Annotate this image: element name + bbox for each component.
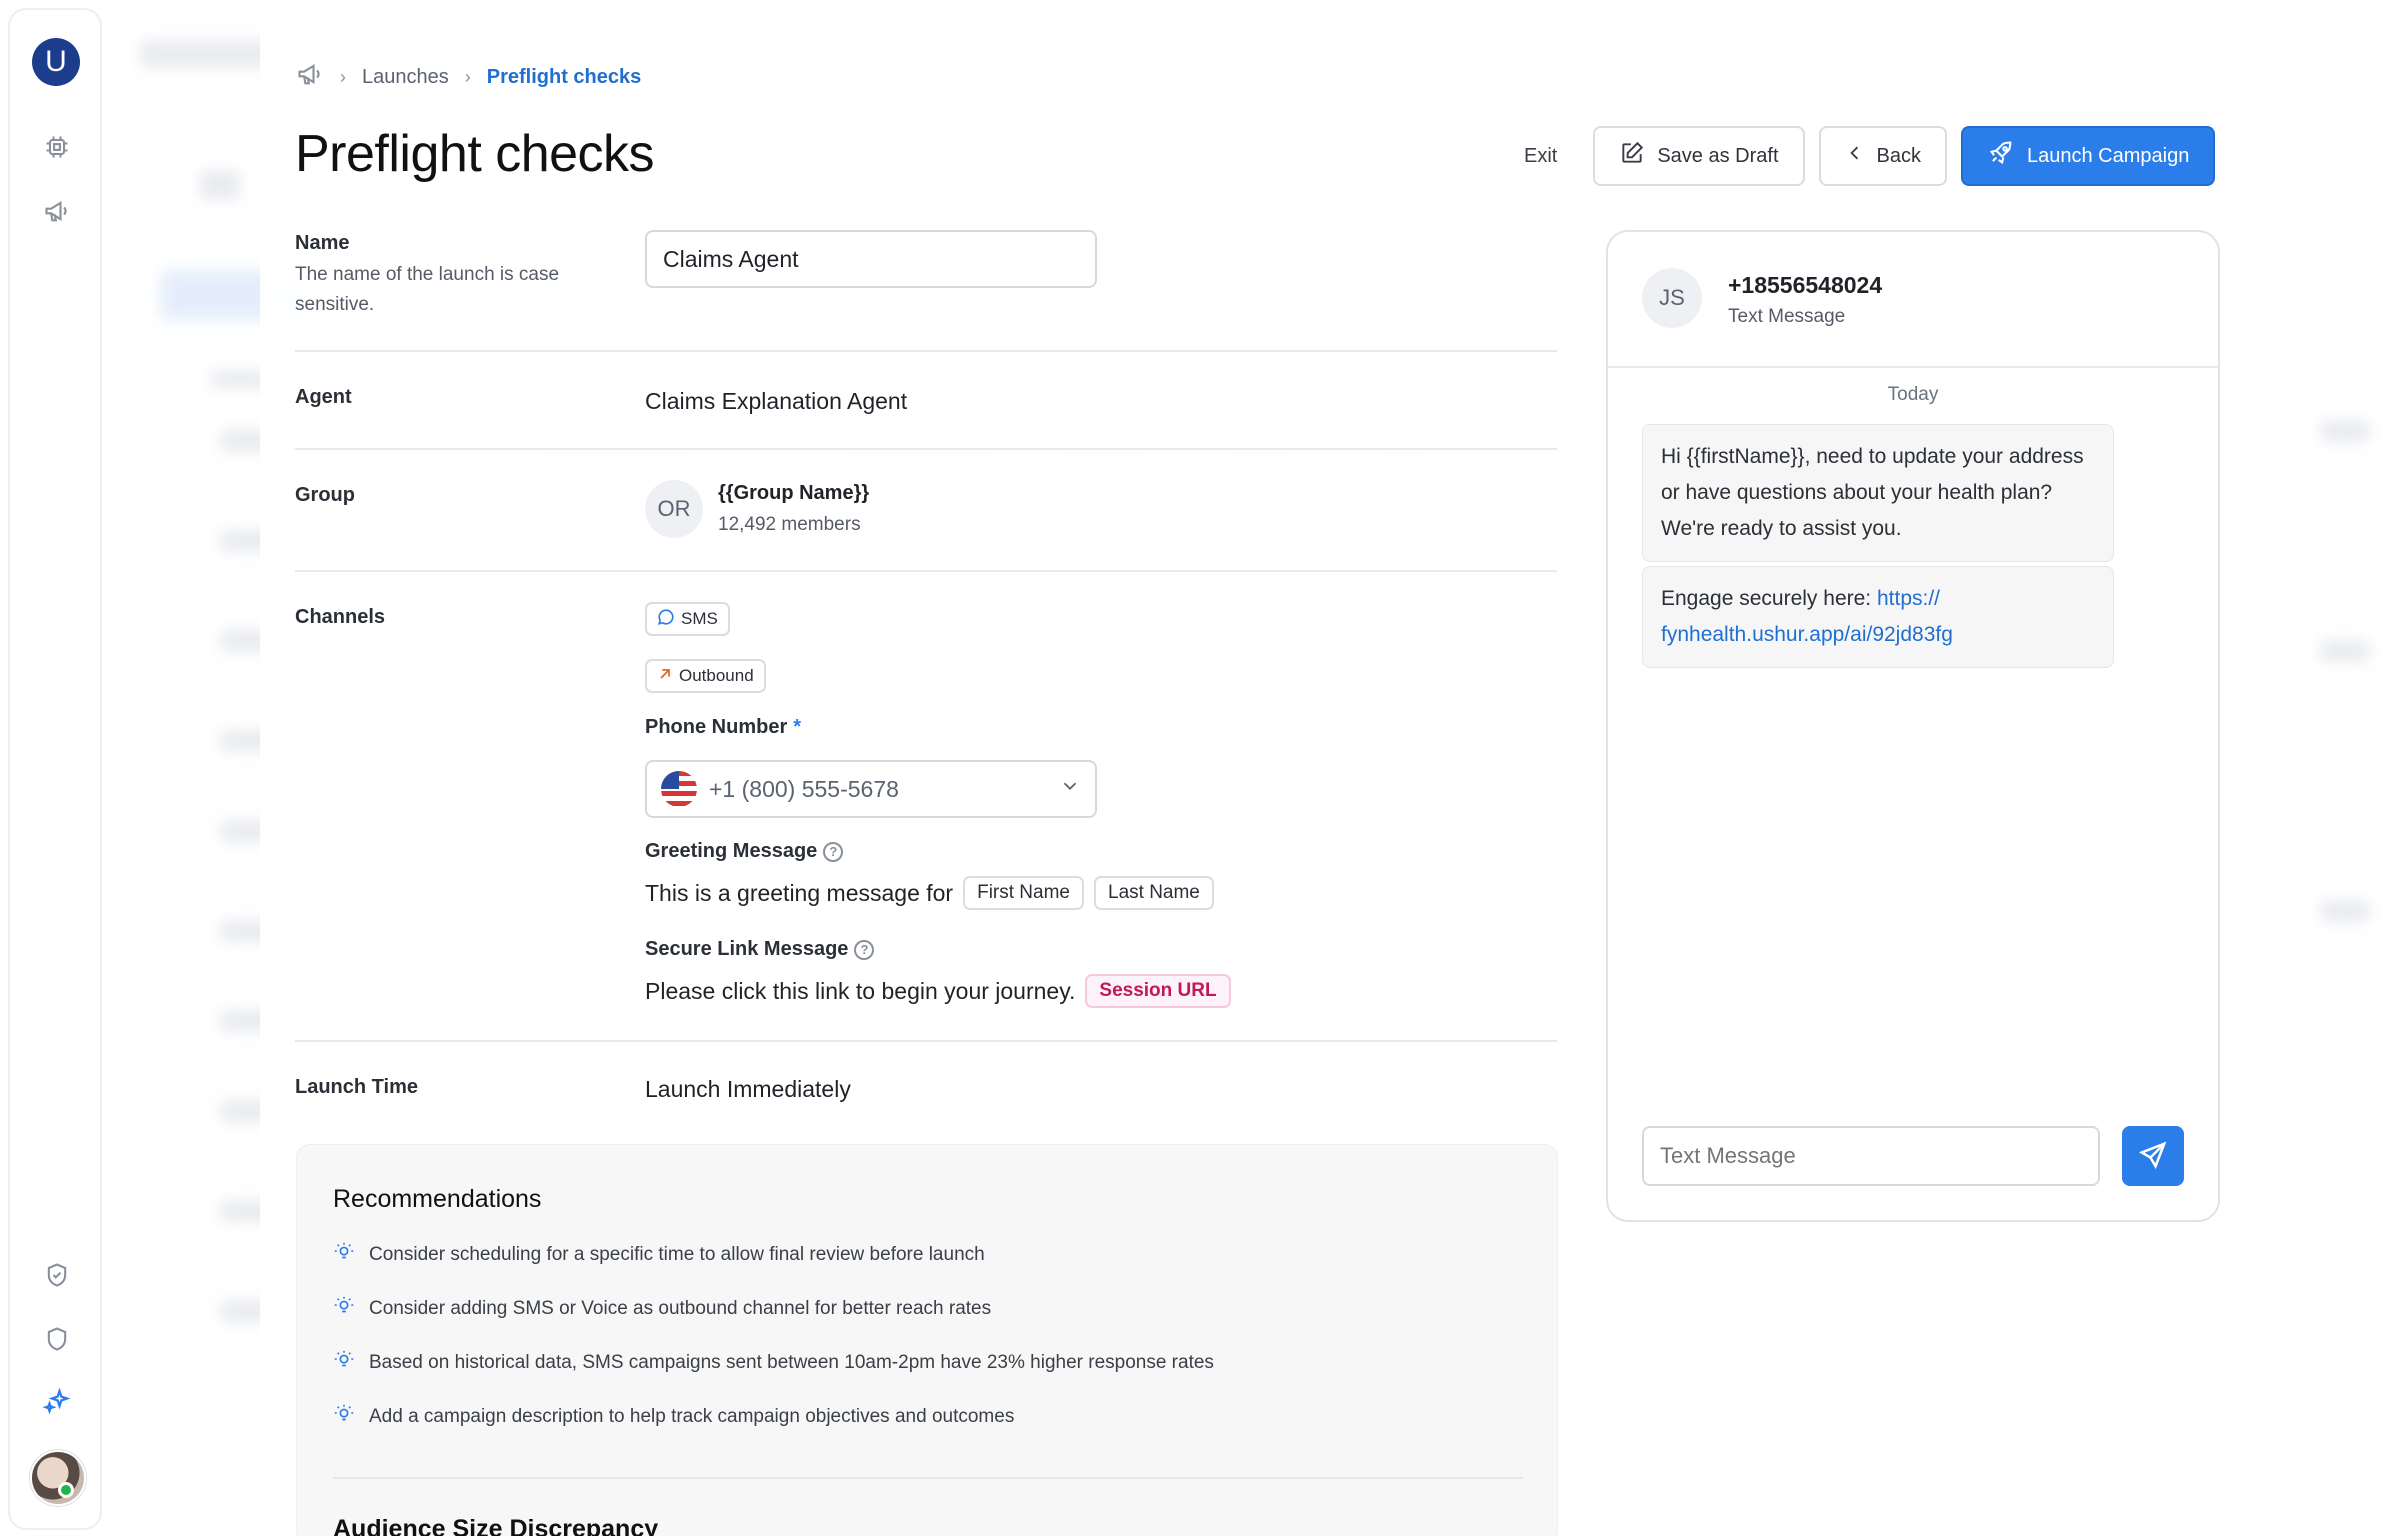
name-description: The name of the launch is case sensitive…	[295, 264, 560, 315]
contact-avatar: JS	[1642, 268, 1702, 328]
recommendation-item: Based on historical data, SMS campaigns …	[333, 1349, 1214, 1377]
save-draft-button[interactable]: Save as Draft	[1593, 126, 1805, 186]
phone-number-label-text: Phone Number	[645, 716, 788, 738]
recommendation-text: Add a campaign description to help track…	[369, 1406, 1015, 1427]
recommendation-text: Based on historical data, SMS campaigns …	[369, 1352, 1214, 1373]
lightbulb-icon	[333, 1241, 355, 1269]
recommendations-title: Recommendations	[333, 1185, 542, 1213]
message-preview: JS +18556548024 Text Message Today Hi {{…	[1606, 230, 2220, 1222]
chat-icon	[657, 608, 675, 631]
secure-link-text: Please click this link to begin your jou…	[645, 977, 1076, 1004]
group-avatar: OR	[645, 480, 703, 538]
online-status-dot	[58, 1482, 74, 1498]
back-button[interactable]: Back	[1818, 126, 1947, 186]
greeting-message-label: Greeting Message ?	[645, 840, 844, 863]
phone-number-label: Phone Number *	[645, 716, 801, 739]
preview-header: JS +18556548024 Text Message	[1608, 232, 2218, 368]
divider	[295, 570, 1557, 572]
recommendation-text: Consider adding SMS or Voice as outbound…	[369, 1298, 992, 1319]
greeting-text: This is a greeting message for	[645, 879, 954, 906]
contact-channel-type: Text Message	[1728, 306, 1846, 327]
shield-icon[interactable]	[42, 1324, 72, 1354]
sparkle-icon[interactable]	[42, 1386, 72, 1416]
help-icon[interactable]: ?	[854, 939, 875, 960]
back-label: Back	[1876, 144, 1921, 167]
audience-size-title: Audience Size Discrepancy	[333, 1515, 659, 1536]
agent-label: Agent	[295, 386, 352, 408]
lightbulb-icon	[333, 1403, 355, 1431]
group-members: 12,492 members	[718, 514, 861, 535]
chevron-left-icon	[1845, 143, 1865, 169]
required-marker: *	[793, 716, 802, 738]
secure-label-text: Secure Link Message	[645, 938, 849, 960]
divider	[295, 350, 1557, 352]
phone-number-value: +1 (800) 555-5678	[709, 775, 899, 802]
variable-tag-session-url[interactable]: Session URL	[1085, 974, 1231, 1008]
message-bubble: Hi {{firstName}}, need to update your ad…	[1642, 424, 2114, 562]
recommendations-panel: Recommendations Consider scheduling for …	[296, 1144, 1558, 1536]
breadcrumb: › Launches › Preflight checks	[296, 60, 641, 94]
sidebar: U	[8, 8, 102, 1530]
chevron-down-icon	[1059, 775, 1081, 803]
lightbulb-icon	[333, 1295, 355, 1323]
secure-link-label: Secure Link Message ?	[645, 938, 875, 961]
variable-tag-first-name[interactable]: First Name	[963, 876, 1084, 910]
secure-link-message: Please click this link to begin your jou…	[645, 974, 1231, 1008]
message-bubble: Engage securely here: https:// fynhealth…	[1642, 566, 2114, 668]
shield-check-icon[interactable]	[42, 1260, 72, 1290]
launch-time-value: Launch Immediately	[645, 1076, 851, 1102]
send-icon	[2138, 1140, 2168, 1173]
recommendation-text: Consider scheduling for a specific time …	[369, 1244, 985, 1265]
channels-label: Channels	[295, 606, 386, 628]
group-label: Group	[295, 484, 355, 506]
avatar[interactable]	[30, 1450, 86, 1506]
chip-icon[interactable]	[42, 132, 72, 162]
launch-campaign-button[interactable]: Launch Campaign	[1960, 126, 2216, 186]
channel-chip-label: Outbound	[679, 666, 754, 685]
breadcrumb-current[interactable]: Preflight checks	[487, 66, 642, 89]
variable-tag-last-name[interactable]: Last Name	[1094, 876, 1214, 910]
recommendation-item: Consider scheduling for a specific time …	[333, 1241, 985, 1269]
divider	[295, 448, 1557, 450]
megaphone-icon[interactable]	[42, 196, 72, 226]
greeting-label-text: Greeting Message	[645, 840, 818, 862]
recommendation-item: Add a campaign description to help track…	[333, 1403, 1014, 1431]
launch-campaign-label: Launch Campaign	[2026, 144, 2190, 167]
name-label: Name	[295, 232, 350, 254]
message-text: Engage securely here:	[1661, 587, 1877, 610]
phone-number-select[interactable]: +1 (800) 555-5678	[645, 760, 1097, 818]
channel-chip-outbound[interactable]: Outbound	[645, 659, 766, 693]
page-title: Preflight checks	[295, 125, 655, 183]
launch-time-label: Launch Time	[295, 1076, 418, 1098]
message-input[interactable]	[1642, 1126, 2100, 1186]
exit-button[interactable]: Exit	[1500, 126, 1579, 186]
send-button[interactable]	[2122, 1126, 2184, 1186]
greeting-message: This is a greeting message for First Nam…	[645, 876, 1214, 910]
name-input[interactable]: Claims Agent	[645, 230, 1097, 288]
save-draft-label: Save as Draft	[1657, 144, 1779, 167]
breadcrumb-launches[interactable]: Launches	[362, 66, 449, 89]
megaphone-icon[interactable]	[296, 60, 324, 94]
recommendation-item: Consider adding SMS or Voice as outbound…	[333, 1295, 991, 1323]
chevron-right-icon: ›	[464, 66, 471, 87]
agent-value: Claims Explanation Agent	[645, 388, 908, 414]
channel-chip-sms[interactable]: SMS	[645, 602, 730, 636]
logo-u[interactable]: U	[32, 38, 80, 86]
lightbulb-icon	[333, 1349, 355, 1377]
divider	[295, 1040, 1557, 1042]
divider	[333, 1477, 1523, 1479]
group-name: {{Group Name}}	[718, 482, 870, 504]
channel-chip-label: SMS	[681, 609, 718, 628]
toolbar: Exit Save as Draft Back Launch Campaign	[1500, 126, 2216, 186]
us-flag-icon	[661, 771, 697, 807]
edit-icon	[1619, 140, 1645, 172]
date-separator: Today	[1887, 384, 1939, 405]
chevron-right-icon: ›	[340, 66, 346, 87]
help-icon[interactable]: ?	[823, 841, 844, 862]
arrow-up-right-icon	[657, 666, 673, 687]
contact-number: +18556548024	[1728, 272, 1883, 298]
rocket-icon	[1987, 139, 2015, 173]
